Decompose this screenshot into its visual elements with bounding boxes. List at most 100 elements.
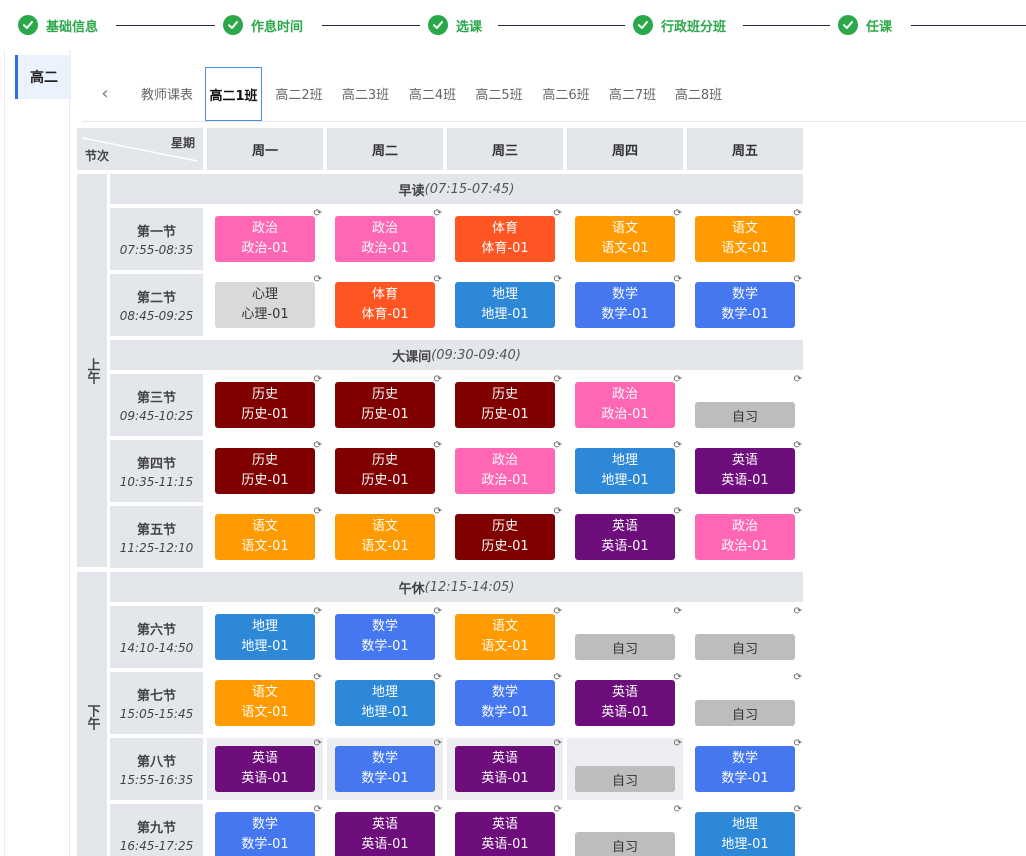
- course-card[interactable]: 语文 语文-01: [695, 216, 795, 262]
- course-card[interactable]: 地理 地理-01: [575, 448, 675, 494]
- tab-class-1[interactable]: 高二1班: [205, 67, 262, 121]
- course-card[interactable]: 语文 语文-01: [575, 216, 675, 262]
- timetable-slot: ⟳ 数学 数学-01: [327, 738, 443, 800]
- course-card[interactable]: 语文 语文-01: [215, 514, 315, 560]
- timetable-slot: ⟳ 数学 数学-01: [567, 274, 683, 336]
- course-card[interactable]: 地理 地理-01: [335, 680, 435, 726]
- course-card[interactable]: 数学 数学-01: [335, 746, 435, 792]
- course-class: 英语-01: [241, 771, 289, 786]
- course-card[interactable]: 政治 政治-01: [455, 448, 555, 494]
- course-card[interactable]: 语文语文-01: [215, 680, 315, 726]
- course-card[interactable]: 英语 英语-01: [215, 746, 315, 792]
- step-2[interactable]: 作息时间: [223, 14, 303, 36]
- course-card[interactable]: 历史 历史-01: [455, 382, 555, 428]
- step-5[interactable]: 任课: [838, 14, 892, 36]
- course-card[interactable]: 心理 心理-01: [215, 282, 315, 328]
- course-card[interactable]: 英语 英语-01: [695, 448, 795, 494]
- timetable-slot: ⟳ 英语 英语-01: [567, 672, 683, 734]
- sidebar-item-grade[interactable]: 高二: [15, 55, 71, 99]
- course-class: 语文-01: [361, 539, 409, 554]
- tab-class-2[interactable]: 高二2班: [270, 64, 328, 122]
- course-card[interactable]: 英语 英语-01: [575, 514, 675, 560]
- step-3[interactable]: 选课: [428, 14, 482, 36]
- tab-class-4[interactable]: 高二4班: [403, 64, 462, 122]
- course-card[interactable]: 政治 政治-01: [575, 382, 675, 428]
- course-card[interactable]: 语文 语文-01: [455, 614, 555, 660]
- course-card[interactable]: 语文 语文-01: [335, 514, 435, 560]
- course-card[interactable]: 历史 历史-01: [455, 514, 555, 560]
- tab-class-8[interactable]: 高二8班: [670, 64, 727, 122]
- tab-class-6[interactable]: 高二6班: [537, 64, 595, 122]
- step-label: 行政班分班: [661, 19, 727, 35]
- day-header: 周五: [687, 128, 803, 170]
- period-label: 第四节 10:35-11:15: [110, 440, 203, 502]
- course-card[interactable]: 数学 数学-01: [455, 680, 555, 726]
- day-header: 周二: [327, 128, 443, 170]
- course-card[interactable]: 英语 英语-01: [455, 812, 555, 856]
- course-card[interactable]: 政治 政治-01: [335, 216, 435, 262]
- step-1[interactable]: 基础信息: [18, 14, 98, 36]
- course-subject: 语文: [251, 685, 278, 700]
- self-study-card[interactable]: 自习: [695, 634, 795, 660]
- course-subject: 数学: [731, 287, 758, 302]
- course-card[interactable]: 数学 数学-01: [215, 812, 315, 856]
- course-card[interactable]: 数学 数学-01: [695, 746, 795, 792]
- course-class: 政治-01: [601, 407, 649, 422]
- corner-header: 星期 节次: [77, 128, 203, 170]
- course-card[interactable]: 数学 数学-01: [695, 282, 795, 328]
- swap-icon[interactable]: ⟳: [794, 374, 802, 386]
- timetable-slot: ⟳ 自习: [567, 606, 683, 668]
- timetable-slot: ⟳ 数学 数学-01: [687, 738, 803, 800]
- timetable-slot: ⟳ 英语 英语-01: [327, 804, 443, 856]
- period-label: 第一节 07:55-08:35: [110, 208, 203, 270]
- course-class: 英语-01: [481, 837, 529, 852]
- course-card[interactable]: 历史 历史-01: [215, 382, 315, 428]
- course-subject: 地理: [491, 287, 518, 302]
- course-card[interactable]: 地理 地理-01: [455, 282, 555, 328]
- period-name: 第一节: [136, 225, 176, 240]
- step-4[interactable]: 行政班分班: [633, 14, 726, 36]
- course-subject: 数学: [611, 287, 638, 302]
- course-card[interactable]: 英语 英语-01: [575, 680, 675, 726]
- course-subject: 历史: [491, 519, 518, 534]
- course-class: 政治-01: [241, 241, 289, 256]
- course-subject: 历史: [371, 453, 398, 468]
- course-card[interactable]: 英语 英语-01: [455, 746, 555, 792]
- timetable-slot: ⟳ 地理 地理-01: [207, 606, 323, 668]
- course-card[interactable]: 数学 数学-01: [335, 614, 435, 660]
- course-card[interactable]: 地理 地理-01: [695, 812, 795, 856]
- swap-icon[interactable]: ⟳: [674, 606, 682, 618]
- course-card[interactable]: 体育 体育-01: [335, 282, 435, 328]
- course-subject: 语文: [251, 519, 278, 534]
- swap-icon[interactable]: ⟳: [674, 804, 682, 816]
- self-study-card[interactable]: 自习: [695, 700, 795, 726]
- self-study-card[interactable]: 自习: [575, 634, 675, 660]
- course-card[interactable]: 数学 数学-01: [575, 282, 675, 328]
- period-name: 第四节: [136, 457, 176, 472]
- timetable-slot: ⟳ 英语 英语-01: [207, 738, 323, 800]
- course-card[interactable]: 英语 英语-01: [335, 812, 435, 856]
- course-card[interactable]: 历史 历史-01: [335, 382, 435, 428]
- course-card[interactable]: 地理 地理-01: [215, 614, 315, 660]
- swap-icon[interactable]: ⟳: [794, 672, 802, 684]
- course-card[interactable]: 历史 历史-01: [215, 448, 315, 494]
- course-card[interactable]: 政治 政治-01: [695, 514, 795, 560]
- tab-class-5[interactable]: 高二5班: [470, 64, 528, 122]
- swap-icon[interactable]: ⟳: [794, 606, 802, 618]
- sidebar: 高二: [4, 50, 71, 856]
- course-class: 语文-01: [241, 705, 289, 720]
- swap-icon[interactable]: ⟳: [674, 738, 682, 750]
- step-connector: [498, 25, 625, 26]
- tab-class-7[interactable]: 高二7班: [603, 64, 662, 122]
- tab-class-3[interactable]: 高二3班: [336, 64, 395, 122]
- course-card[interactable]: 历史 历史-01: [335, 448, 435, 494]
- chevron-left-icon[interactable]: ‹: [96, 82, 114, 104]
- self-study-card[interactable]: 自习: [575, 766, 675, 792]
- period-name: 第二节: [136, 291, 176, 306]
- course-card[interactable]: 政治 政治-01: [215, 216, 315, 262]
- tab-teacher-schedule[interactable]: 教师课表: [132, 64, 202, 122]
- self-study-card[interactable]: 自习: [695, 402, 795, 428]
- class-tabs: ‹ 教师课表 高二1班 高二2班 高二3班 高二4班 高二5班 高二6班 高二7班 高二8班: [82, 64, 1026, 122]
- self-study-card[interactable]: 自习: [575, 832, 675, 856]
- course-card[interactable]: 体育 体育-01: [455, 216, 555, 262]
